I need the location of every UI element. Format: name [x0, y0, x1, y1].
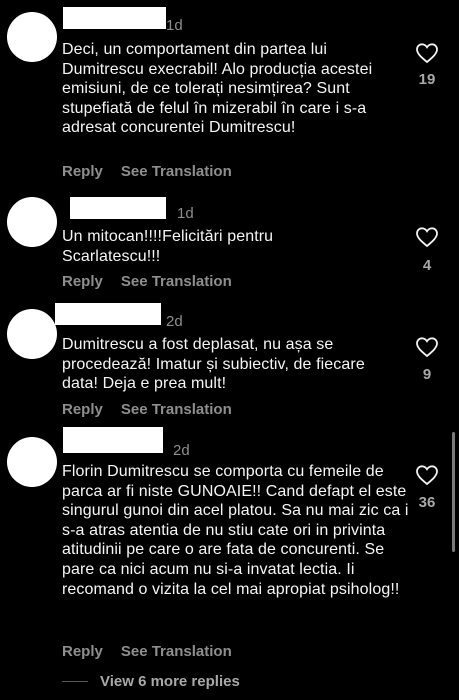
like-count: 36: [418, 494, 436, 511]
avatar[interactable]: [7, 309, 57, 359]
like-count: 19: [418, 71, 436, 88]
view-more-replies-button[interactable]: View 6 more replies: [62, 673, 240, 690]
avatar[interactable]: [7, 197, 57, 247]
reply-button[interactable]: Reply: [62, 401, 103, 418]
avatar[interactable]: [7, 437, 57, 487]
comment-actions: Reply See Translation: [62, 273, 232, 290]
redacted-username[interactable]: [63, 427, 163, 453]
divider-line: [62, 681, 88, 682]
heart-icon[interactable]: [415, 226, 439, 248]
heart-icon[interactable]: [415, 42, 439, 64]
see-translation-button[interactable]: See Translation: [121, 273, 232, 290]
comment-time: 1d: [177, 205, 194, 222]
heart-icon[interactable]: [415, 464, 439, 486]
see-translation-button[interactable]: See Translation: [121, 163, 232, 180]
comment-text: Deci, un comportament din partea lui Dum…: [62, 41, 373, 137]
reply-button[interactable]: Reply: [62, 163, 103, 180]
comment-text: Dumitrescu a fost deplasat, nu așa se pr…: [62, 336, 365, 393]
comment-actions: Reply See Translation: [62, 401, 232, 418]
heart-icon[interactable]: [415, 336, 439, 358]
redacted-username[interactable]: [63, 7, 166, 29]
view-more-replies-label: View 6 more replies: [100, 673, 240, 690]
like-count: 9: [422, 366, 432, 383]
scrollbar[interactable]: [452, 432, 455, 552]
see-translation-button[interactable]: See Translation: [121, 643, 232, 660]
comment-text: Un mitocan!!!!Felicitări pentru Scarlate…: [62, 228, 274, 265]
comment-actions: Reply See Translation: [62, 643, 232, 660]
comment-actions: Reply See Translation: [62, 163, 232, 180]
comment-time: 2d: [166, 313, 183, 330]
reply-button[interactable]: Reply: [62, 643, 103, 660]
comment-time: 1d: [166, 17, 183, 34]
comment-time: 2d: [173, 442, 190, 459]
reply-button[interactable]: Reply: [62, 273, 103, 290]
redacted-username[interactable]: [55, 303, 161, 325]
avatar[interactable]: [7, 12, 57, 62]
redacted-username[interactable]: [70, 197, 166, 219]
see-translation-button[interactable]: See Translation: [121, 401, 232, 418]
like-count: 4: [422, 257, 432, 274]
comment-text: Florin Dumitrescu se comporta cu femeile…: [62, 463, 409, 598]
